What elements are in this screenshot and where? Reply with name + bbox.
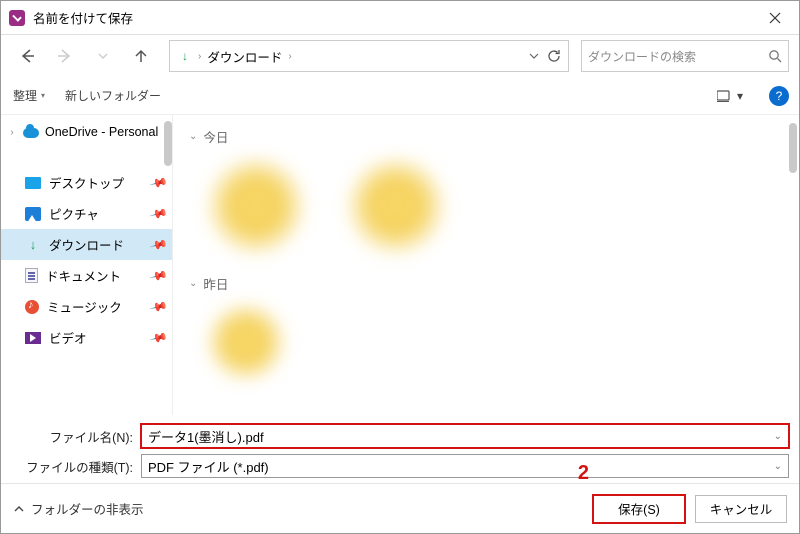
chevron-down-icon bbox=[98, 51, 108, 61]
close-icon bbox=[769, 12, 781, 24]
search-input[interactable]: ダウンロードの検索 bbox=[581, 40, 789, 72]
pictures-icon bbox=[25, 207, 41, 221]
breadcrumb-separator: › bbox=[196, 51, 203, 62]
chevron-down-icon[interactable] bbox=[528, 50, 540, 62]
titlebar: 名前を付けて保存 bbox=[1, 1, 799, 35]
pin-icon: 📌 bbox=[149, 204, 169, 224]
recent-locations-button[interactable] bbox=[87, 40, 119, 72]
sidebar-item-pictures[interactable]: ピクチャ 📌 bbox=[1, 198, 172, 229]
window-title: 名前を付けて保存 bbox=[33, 8, 755, 27]
music-icon bbox=[25, 300, 39, 314]
sidebar-item-onedrive[interactable]: › OneDrive - Personal bbox=[1, 119, 172, 145]
content-scrollbar[interactable] bbox=[789, 123, 797, 173]
downloads-icon: ↓ bbox=[25, 238, 41, 252]
group-header-today[interactable]: ⌄ 今日 bbox=[189, 121, 791, 152]
chevron-up-icon bbox=[13, 503, 25, 515]
view-icon bbox=[717, 90, 733, 102]
save-as-dialog: 名前を付けて保存 ↓ › ダウンロード › bbox=[0, 0, 800, 534]
sidebar-item-desktop[interactable]: デスクトップ 📌 bbox=[1, 167, 172, 198]
thumbnails-today bbox=[189, 152, 791, 268]
app-icon bbox=[9, 10, 25, 26]
file-thumbnail[interactable] bbox=[341, 156, 451, 256]
help-button[interactable]: ? bbox=[769, 86, 789, 106]
thumbnails-yesterday bbox=[189, 299, 791, 393]
pin-icon: 📌 bbox=[149, 173, 169, 193]
sidebar-scrollbar[interactable] bbox=[164, 121, 172, 166]
chevron-down-icon: ⌄ bbox=[189, 278, 197, 289]
body: › OneDrive - Personal デスクトップ 📌 ピクチャ 📌 ↓ … bbox=[1, 115, 799, 415]
pin-icon: 📌 bbox=[149, 297, 169, 317]
forward-button[interactable] bbox=[49, 40, 81, 72]
back-button[interactable] bbox=[11, 40, 43, 72]
refresh-icon[interactable] bbox=[546, 48, 562, 64]
search-placeholder: ダウンロードの検索 bbox=[588, 48, 768, 65]
filename-input[interactable]: データ1(墨消し).pdf ⌄ bbox=[141, 424, 789, 448]
filename-label: ファイル名(N): bbox=[13, 427, 133, 446]
filetype-label: ファイルの種類(T): bbox=[13, 457, 133, 476]
sidebar-item-videos[interactable]: ビデオ 📌 bbox=[1, 322, 172, 353]
sidebar-item-downloads[interactable]: ↓ ダウンロード 📌 bbox=[1, 229, 172, 260]
chevron-right-icon: › bbox=[7, 127, 17, 138]
group-header-yesterday[interactable]: ⌄ 昨日 bbox=[189, 268, 791, 299]
pin-icon: 📌 bbox=[149, 266, 169, 286]
video-icon bbox=[25, 332, 41, 344]
address-bar[interactable]: ↓ › ダウンロード › bbox=[169, 40, 569, 72]
downloads-icon: ↓ bbox=[174, 49, 196, 63]
new-folder-button[interactable]: 新しいフォルダー bbox=[63, 83, 163, 108]
breadcrumb-separator: › bbox=[286, 51, 293, 62]
file-list[interactable]: ⌄ 今日 ⌄ 昨日 1 bbox=[173, 115, 799, 415]
organize-button[interactable]: 整理 ▾ bbox=[11, 83, 47, 108]
chevron-down-icon: ▾ bbox=[41, 91, 45, 100]
up-button[interactable] bbox=[125, 40, 157, 72]
chevron-down-icon: ▾ bbox=[737, 89, 743, 103]
cancel-button[interactable]: キャンセル bbox=[695, 495, 787, 523]
arrow-right-icon bbox=[57, 48, 73, 64]
desktop-icon bbox=[25, 177, 41, 189]
view-options-button[interactable]: ▾ bbox=[717, 89, 743, 103]
toolbar: 整理 ▾ 新しいフォルダー ▾ ? bbox=[1, 77, 799, 115]
arrow-left-icon bbox=[19, 48, 35, 64]
chevron-down-icon[interactable]: ⌄ bbox=[770, 461, 786, 472]
footer: フォルダーの非表示 2 保存(S) キャンセル bbox=[1, 483, 799, 533]
hide-folders-toggle[interactable]: フォルダーの非表示 bbox=[13, 499, 144, 518]
filetype-select[interactable]: PDF ファイル (*.pdf) ⌄ bbox=[141, 454, 789, 478]
annotation-2: 2 bbox=[578, 462, 589, 485]
pin-icon: 📌 bbox=[149, 328, 169, 348]
file-thumbnail[interactable] bbox=[201, 303, 291, 381]
breadcrumb-current[interactable]: ダウンロード bbox=[203, 47, 286, 66]
file-thumbnail[interactable] bbox=[201, 156, 311, 256]
sidebar-item-music[interactable]: ミュージック 📌 bbox=[1, 291, 172, 322]
save-button[interactable]: 保存(S) bbox=[593, 495, 685, 523]
document-icon bbox=[25, 268, 38, 283]
close-button[interactable] bbox=[755, 4, 795, 32]
arrow-up-icon bbox=[133, 48, 149, 64]
sidebar-item-documents[interactable]: ドキュメント 📌 bbox=[1, 260, 172, 291]
sidebar: › OneDrive - Personal デスクトップ 📌 ピクチャ 📌 ↓ … bbox=[1, 115, 173, 415]
chevron-down-icon: ⌄ bbox=[189, 131, 197, 142]
pin-icon: 📌 bbox=[149, 235, 169, 255]
search-icon bbox=[768, 49, 782, 63]
form-panel: ファイル名(N): データ1(墨消し).pdf ⌄ ファイルの種類(T): PD… bbox=[1, 415, 799, 483]
navigation-row: ↓ › ダウンロード › ダウンロードの検索 bbox=[1, 35, 799, 77]
onedrive-icon bbox=[23, 128, 39, 138]
chevron-down-icon[interactable]: ⌄ bbox=[770, 431, 786, 442]
